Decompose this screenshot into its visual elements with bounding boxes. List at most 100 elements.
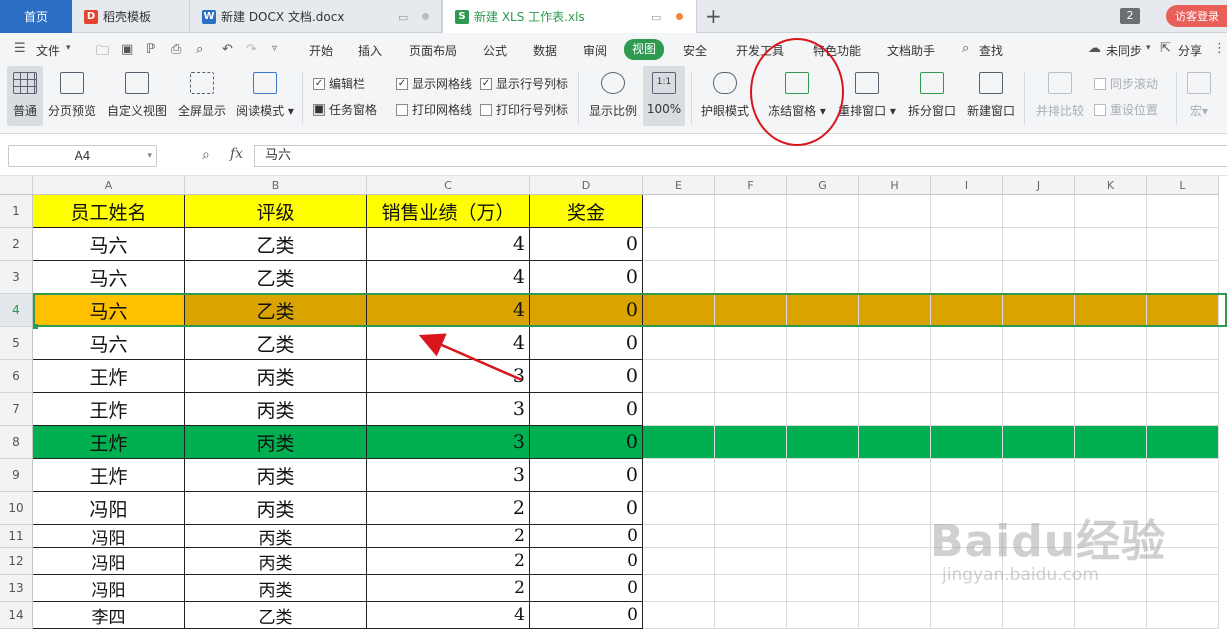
cell[interactable] <box>859 602 931 629</box>
cell[interactable] <box>859 548 931 575</box>
spreadsheet-grid[interactable]: A B C D E F G H I J K L 1 2 3 4 5 6 7 8 9 10 11 12 13 14 员工姓名 评级 销售业… <box>0 176 1227 637</box>
column-header-h[interactable]: H <box>859 176 931 195</box>
reading-mode-button[interactable]: 阅读模式 ▾ <box>235 66 295 126</box>
cell[interactable] <box>643 393 715 426</box>
cell[interactable] <box>1147 426 1219 459</box>
redo-icon[interactable]: ↷ <box>246 42 257 57</box>
cell[interactable] <box>1075 195 1147 228</box>
cell[interactable] <box>715 393 787 426</box>
column-header-k[interactable]: K <box>1075 176 1147 195</box>
cell[interactable]: 2 <box>367 492 530 525</box>
macro-button[interactable]: 宏▾ <box>1182 66 1216 126</box>
cell[interactable] <box>859 195 931 228</box>
cell[interactable]: 3 <box>367 393 530 426</box>
cell[interactable] <box>643 360 715 393</box>
cell[interactable] <box>1075 426 1147 459</box>
cell[interactable] <box>1147 360 1219 393</box>
hamburger-menu-icon[interactable]: ☰ <box>14 41 26 56</box>
cell[interactable]: 马六 <box>33 294 185 327</box>
cell[interactable] <box>931 492 1003 525</box>
cell[interactable] <box>715 294 787 327</box>
open-folder-icon[interactable]: 🗀 <box>96 42 109 64</box>
cell[interactable] <box>1003 459 1075 492</box>
cell[interactable] <box>643 228 715 261</box>
cell[interactable]: 冯阳 <box>33 575 185 602</box>
cell[interactable] <box>859 459 931 492</box>
row-header-13[interactable]: 13 <box>0 575 33 602</box>
cell[interactable] <box>715 261 787 294</box>
cell[interactable]: 4 <box>367 602 530 629</box>
show-gridlines-checkbox[interactable]: ✓ 显示网格线 <box>396 75 472 92</box>
fill-handle[interactable] <box>33 324 38 329</box>
page-break-preview-button[interactable]: 分页预览 <box>46 66 98 126</box>
menu-view[interactable]: 视图 <box>624 39 665 60</box>
new-window-button[interactable]: 新建窗口 <box>964 66 1018 126</box>
cell[interactable] <box>931 459 1003 492</box>
row-header-7[interactable]: 7 <box>0 393 33 426</box>
cell[interactable]: 2 <box>367 575 530 602</box>
cell[interactable] <box>1147 575 1219 602</box>
formula-input[interactable]: 马六 <box>254 145 1227 167</box>
chevron-down-icon[interactable]: ▾ <box>66 43 71 53</box>
cell[interactable]: 冯阳 <box>33 492 185 525</box>
cell[interactable] <box>1075 327 1147 360</box>
quick-access-dropdown-icon[interactable]: ▿ <box>272 43 277 54</box>
cell[interactable] <box>1147 261 1219 294</box>
cell[interactable]: 冯阳 <box>33 525 185 548</box>
cell[interactable] <box>643 195 715 228</box>
cell[interactable] <box>643 602 715 629</box>
cell[interactable]: 0 <box>530 261 643 294</box>
row-header-4[interactable]: 4 <box>0 294 33 327</box>
cell[interactable]: 冯阳 <box>33 548 185 575</box>
cell[interactable] <box>1003 602 1075 629</box>
print-icon[interactable]: ⎙ <box>171 42 181 57</box>
cell[interactable] <box>931 327 1003 360</box>
fx-icon[interactable]: fx <box>230 146 243 162</box>
cell[interactable] <box>931 228 1003 261</box>
print-preview-icon[interactable]: ⌕ <box>196 42 203 57</box>
cell[interactable] <box>715 360 787 393</box>
cell[interactable] <box>643 327 715 360</box>
cell[interactable]: 王炸 <box>33 426 185 459</box>
cell[interactable] <box>859 228 931 261</box>
new-tab-plus-icon[interactable]: + <box>705 4 722 28</box>
search-label[interactable]: 查找 <box>979 42 1003 59</box>
cell[interactable] <box>715 525 787 548</box>
eye-protection-button[interactable]: 护眼模式 <box>698 66 752 126</box>
column-header-j[interactable]: J <box>1003 176 1075 195</box>
cell[interactable] <box>787 294 859 327</box>
cell[interactable] <box>787 261 859 294</box>
format-painter-icon[interactable]: ℙ <box>146 42 155 57</box>
cell[interactable]: 4 <box>367 228 530 261</box>
cell[interactable] <box>715 195 787 228</box>
column-header-g[interactable]: G <box>787 176 859 195</box>
cell[interactable] <box>931 261 1003 294</box>
cell[interactable] <box>1075 575 1147 602</box>
cell[interactable] <box>931 360 1003 393</box>
cell[interactable]: 3 <box>367 426 530 459</box>
cell[interactable] <box>1003 492 1075 525</box>
cell[interactable]: 4 <box>367 327 530 360</box>
cell[interactable] <box>787 459 859 492</box>
cell[interactable] <box>787 327 859 360</box>
cell[interactable]: 丙类 <box>185 575 367 602</box>
cell[interactable] <box>1075 360 1147 393</box>
cell[interactable] <box>715 575 787 602</box>
cell[interactable] <box>1147 393 1219 426</box>
cell[interactable] <box>1147 459 1219 492</box>
cell[interactable] <box>859 294 931 327</box>
custom-view-button[interactable]: 自定义视图 <box>105 66 169 126</box>
column-header-d[interactable]: D <box>530 176 643 195</box>
cell[interactable] <box>1003 548 1075 575</box>
cell[interactable] <box>1075 261 1147 294</box>
cell[interactable]: 0 <box>530 548 643 575</box>
cell[interactable] <box>715 548 787 575</box>
show-headings-checkbox[interactable]: ✓ 显示行号列标 <box>480 75 568 92</box>
column-header-b[interactable]: B <box>185 176 367 195</box>
tab-docx[interactable]: W 新建 DOCX 文档.docx ▭ <box>190 0 442 33</box>
cell[interactable] <box>787 525 859 548</box>
cell[interactable]: 丙类 <box>185 548 367 575</box>
cell[interactable] <box>1003 575 1075 602</box>
sync-scroll-toggle[interactable]: 同步滚动 <box>1094 75 1158 92</box>
cell[interactable] <box>931 575 1003 602</box>
